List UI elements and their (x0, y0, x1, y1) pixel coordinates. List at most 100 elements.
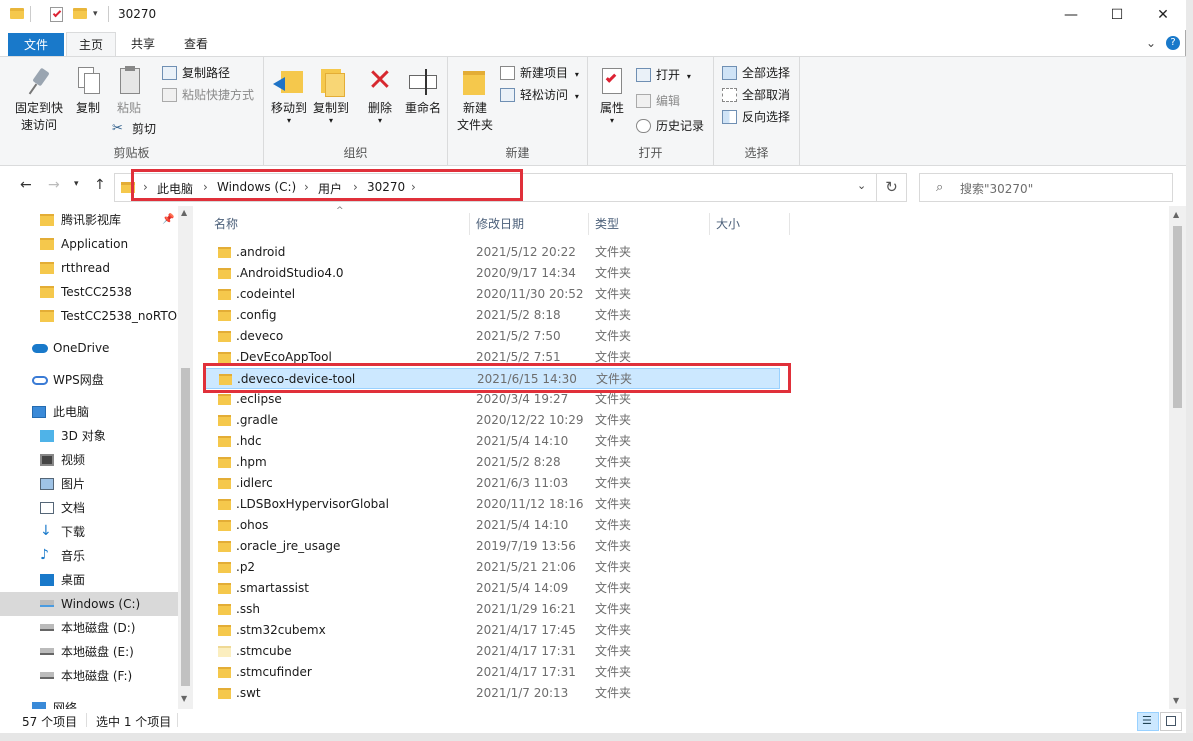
tab-view[interactable]: 查看 (170, 32, 222, 56)
file-row[interactable]: .LDSBoxHypervisorGlobal 2020/11/12 18:16 文… (204, 494, 780, 515)
column-header-date[interactable]: 修改日期 (470, 213, 589, 235)
scroll-down-icon[interactable]: ▼ (1173, 696, 1179, 705)
file-row[interactable]: .AndroidStudio4.0 2020/9/17 14:34 文件夹 (204, 263, 780, 284)
delete-button[interactable]: ✕ 删除 ▾ (360, 65, 400, 125)
edit-button[interactable]: 编辑 (636, 91, 680, 111)
refresh-button[interactable]: ↻ (877, 173, 907, 202)
invert-selection-button[interactable]: 反向选择 (722, 107, 790, 127)
nav-item-downloads[interactable]: ↓ 下载 (0, 520, 178, 544)
address-history-chevron-icon[interactable]: ⌄ (857, 179, 866, 192)
file-row[interactable]: .codeintel 2020/11/30 20:52 文件夹 (204, 284, 780, 305)
new-folder-icon[interactable] (73, 8, 87, 19)
file-row[interactable]: .hpm 2021/5/2 8:28 文件夹 (204, 452, 780, 473)
nav-item-local-disk-f[interactable]: 本地磁盘 (F:) (0, 664, 178, 688)
file-row[interactable]: .stmcube 2021/4/17 17:31 文件夹 (204, 641, 780, 662)
large-icons-view-button[interactable] (1160, 712, 1182, 731)
new-folder-button[interactable]: 新建 文件夹 (452, 65, 498, 134)
file-row[interactable]: .oracle_jre_usage 2019/7/19 13:56 文件夹 (204, 536, 780, 557)
customize-toolbar-chevron-icon[interactable]: ▾ (93, 9, 98, 19)
maximize-button[interactable]: ☐ (1094, 0, 1140, 30)
easy-access-label: 轻松访问 (520, 88, 569, 102)
move-to-button[interactable]: 移动到 ▾ (268, 65, 310, 125)
paste-button[interactable]: 粘贴 (108, 65, 150, 117)
select-all-button[interactable]: 全部选择 (722, 63, 790, 83)
file-row[interactable]: .swt 2021/1/7 20:13 文件夹 (204, 683, 780, 704)
file-row[interactable]: .smartassist 2021/5/4 14:09 文件夹 (204, 578, 780, 599)
file-list-scrollbar[interactable]: ▲ ▼ (1169, 206, 1186, 709)
cut-button[interactable]: ✂ 剪切 (112, 119, 156, 139)
up-arrow-icon[interactable]: ↑ (94, 177, 106, 193)
file-row[interactable]: .gradle 2020/12/22 10:29 文件夹 (204, 410, 780, 431)
ribbon-collapse-icon[interactable]: ⌄ (1146, 36, 1156, 50)
copy-path-button[interactable]: 复制路径 (162, 63, 230, 83)
nav-item-this-pc[interactable]: 此电脑 (0, 400, 178, 424)
nav-item-testcc2538[interactable]: TestCC2538 (0, 280, 178, 304)
details-view-button[interactable]: ☰ (1137, 712, 1159, 731)
file-row[interactable]: .p2 2021/5/21 21:06 文件夹 (204, 557, 780, 578)
nav-item-local-disk-d[interactable]: 本地磁盘 (D:) (0, 616, 178, 640)
history-button[interactable]: 历史记录 (636, 116, 704, 136)
file-row[interactable]: .android 2021/5/12 20:22 文件夹 (204, 242, 780, 263)
search-input[interactable]: ⌕ 搜索"30270" (919, 173, 1173, 202)
paste-shortcut-button[interactable]: 粘贴快捷方式 (162, 85, 254, 105)
tab-file[interactable]: 文件 (8, 33, 64, 56)
nav-scrollbar-thumb[interactable] (181, 368, 190, 686)
file-row[interactable]: .stm32cubemx 2021/4/17 17:45 文件夹 (204, 620, 780, 641)
nav-item-testcc2538-nortos[interactable]: TestCC2538_noRTOS (0, 304, 178, 328)
file-row[interactable]: .stmcufinder 2021/4/17 17:31 文件夹 (204, 662, 780, 683)
recent-locations-chevron-icon[interactable]: ▾ (74, 179, 79, 189)
properties-button[interactable]: 属性 ▾ (592, 65, 632, 125)
file-row[interactable]: .idlerc 2021/6/3 11:03 文件夹 (204, 473, 780, 494)
properties-check-icon[interactable] (50, 7, 63, 22)
file-row[interactable]: .hdc 2021/5/4 14:10 文件夹 (204, 431, 780, 452)
file-date: 2021/4/17 17:31 (476, 644, 576, 658)
scroll-up-icon[interactable]: ▲ (181, 208, 187, 217)
column-header-type[interactable]: 类型 (589, 213, 710, 235)
tab-share[interactable]: 共享 (118, 32, 168, 56)
nav-item-tencent-video[interactable]: 腾讯影视库 📌 (0, 208, 178, 232)
rename-button[interactable]: 重命名 (402, 65, 444, 117)
column-header-name[interactable]: 名称 (208, 213, 470, 235)
nav-item-label: rtthread (61, 261, 110, 275)
easy-access-button[interactable]: 轻松访问 ▾ (500, 85, 579, 105)
nav-scrollbar[interactable]: ▲ ▼ (178, 206, 193, 709)
file-row[interactable]: .config 2021/5/2 8:18 文件夹 (204, 305, 780, 326)
nav-item-local-disk-e[interactable]: 本地磁盘 (E:) (0, 640, 178, 664)
minimize-button[interactable]: — (1048, 0, 1094, 30)
nav-item-pictures[interactable]: 图片 (0, 472, 178, 496)
nav-item-3d-objects[interactable]: 3D 对象 (0, 424, 178, 448)
nav-item-wps-drive[interactable]: WPS网盘 (0, 368, 178, 392)
scroll-up-icon[interactable]: ▲ (1173, 210, 1179, 219)
nav-item-application[interactable]: Application (0, 232, 178, 256)
folder-icon (218, 667, 231, 678)
help-icon[interactable]: ? (1166, 36, 1180, 50)
file-row[interactable]: .deveco 2021/5/2 7:50 文件夹 (204, 326, 780, 347)
forward-arrow-icon[interactable]: → (48, 177, 60, 193)
pin-icon[interactable]: 📌 (162, 208, 174, 232)
nav-item-windows-c[interactable]: Windows (C:) (0, 592, 178, 616)
back-arrow-icon[interactable]: ← (20, 177, 32, 193)
nav-item-rtthread[interactable]: rtthread (0, 256, 178, 280)
column-header-size[interactable]: 大小 (710, 213, 790, 235)
nav-item-music[interactable]: ♪ 音乐 (0, 544, 178, 568)
new-item-button[interactable]: 新建项目 ▾ (500, 63, 579, 83)
divider (108, 6, 109, 22)
open-button[interactable]: 打开 ▾ (636, 65, 691, 85)
nav-item-onedrive[interactable]: OneDrive (0, 336, 178, 360)
copy-button[interactable]: 复制 (68, 65, 108, 117)
nav-item-network[interactable]: 网络 (0, 696, 178, 709)
file-row[interactable]: .ohos 2021/5/4 14:10 文件夹 (204, 515, 780, 536)
open-icon (636, 68, 651, 82)
copy-to-button[interactable]: 复制到 ▾ (310, 65, 352, 125)
file-row[interactable]: .ssh 2021/1/29 16:21 文件夹 (204, 599, 780, 620)
tab-home[interactable]: 主页 (66, 32, 116, 56)
nav-item-documents[interactable]: 文档 (0, 496, 178, 520)
nav-item-desktop[interactable]: 桌面 (0, 568, 178, 592)
file-date: 2020/11/12 18:16 (476, 497, 584, 511)
close-button[interactable]: ✕ (1140, 0, 1186, 30)
nav-item-videos[interactable]: 视频 (0, 448, 178, 472)
pin-to-quick-access-button[interactable]: 固定到快 速访问 (10, 65, 68, 134)
scroll-down-icon[interactable]: ▼ (181, 694, 187, 703)
select-none-button[interactable]: 全部取消 (722, 85, 790, 105)
file-list-scrollbar-thumb[interactable] (1173, 226, 1182, 408)
